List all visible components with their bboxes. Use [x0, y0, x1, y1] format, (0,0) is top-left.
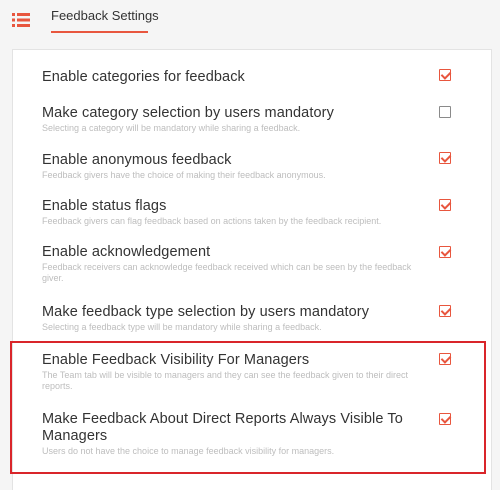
checkbox-anonymous-feedback[interactable]: [439, 152, 451, 164]
checkbox-acknowledgement[interactable]: [439, 246, 451, 258]
setting-title: Enable acknowledgement: [42, 244, 211, 260]
setting-description: Feedback receivers can acknowledge feedb…: [42, 262, 412, 283]
setting-row-status-flags: Enable status flags Feedback givers can …: [42, 198, 462, 227]
setting-description: Selecting a feedback type will be mandat…: [42, 322, 322, 332]
setting-row-visibility-managers: Enable Feedback Visibility For Managers …: [42, 352, 462, 392]
setting-row-anonymous-feedback: Enable anonymous feedback Feedback giver…: [42, 152, 462, 181]
setting-title: Enable categories for feedback: [42, 69, 245, 85]
setting-row-acknowledgement: Enable acknowledgement Feedback receiver…: [42, 244, 462, 284]
active-tab-indicator: [51, 31, 148, 33]
setting-title: Make Feedback About Direct Reports Alway…: [42, 411, 403, 444]
setting-title: Enable status flags: [42, 198, 167, 214]
checkbox-visibility-managers[interactable]: [439, 353, 451, 365]
top-bar: Feedback Settings: [0, 0, 500, 44]
list-icon[interactable]: [12, 13, 30, 27]
checkbox-direct-reports-visible[interactable]: [439, 413, 451, 425]
setting-row-category-mandatory: Make category selection by users mandato…: [42, 105, 462, 134]
setting-title: Enable Feedback Visibility For Managers: [42, 352, 310, 368]
setting-description: Feedback givers can flag feedback based …: [42, 216, 382, 226]
setting-title: Make feedback type selection by users ma…: [42, 304, 370, 320]
setting-title: Enable anonymous feedback: [42, 152, 232, 168]
checkbox-enable-categories[interactable]: [439, 69, 451, 81]
checkbox-feedback-type-mandatory[interactable]: [439, 305, 451, 317]
setting-description: The Team tab will be visible to managers…: [42, 370, 409, 391]
setting-description: Feedback givers have the choice of makin…: [42, 170, 326, 180]
setting-row-direct-reports-visible: Make Feedback About Direct Reports Alway…: [42, 411, 462, 457]
setting-row-enable-categories: Enable categories for feedback: [42, 69, 462, 86]
tab-feedback-settings[interactable]: Feedback Settings: [51, 0, 159, 34]
checkbox-status-flags[interactable]: [439, 199, 451, 211]
checkbox-category-mandatory[interactable]: [439, 106, 451, 118]
setting-title: Make category selection by users mandato…: [42, 105, 334, 121]
setting-row-feedback-type-mandatory: Make feedback type selection by users ma…: [42, 304, 462, 333]
setting-description: Selecting a category will be mandatory w…: [42, 123, 301, 133]
setting-description: Users do not have the choice to manage f…: [42, 446, 335, 456]
